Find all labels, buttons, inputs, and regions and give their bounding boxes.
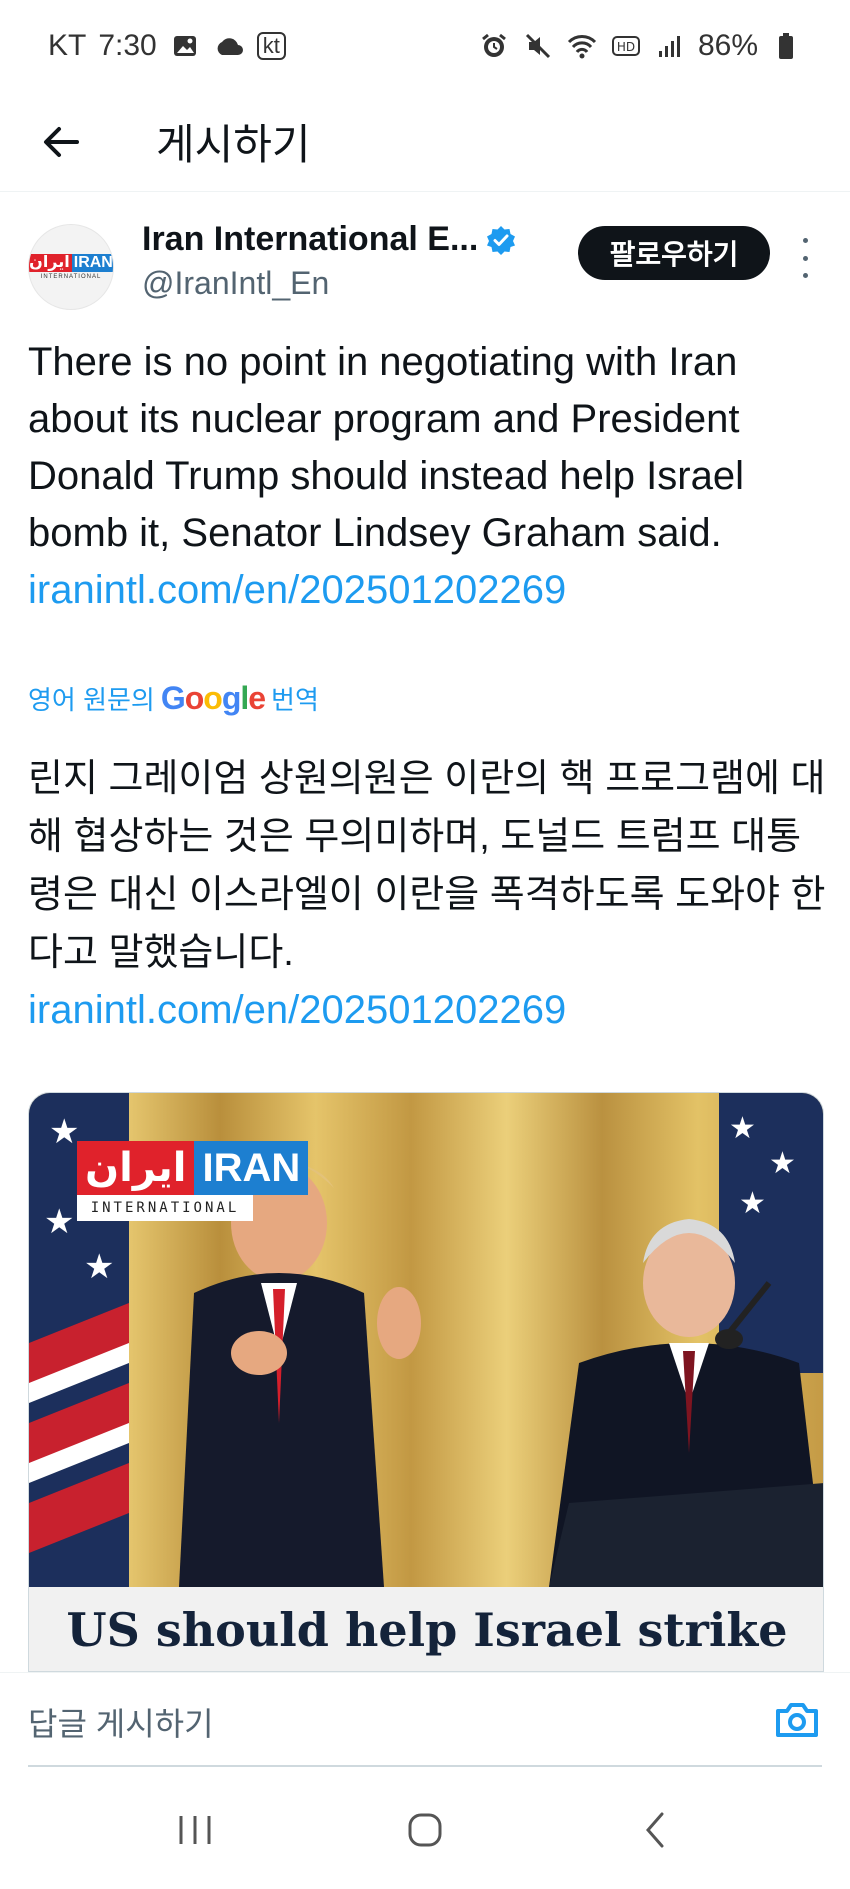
system-nav-bar [0, 1770, 850, 1889]
page-title: 게시하기 [156, 121, 311, 168]
arrow-left-icon [44, 126, 79, 157]
mute-icon [522, 30, 554, 62]
camera-icon[interactable] [772, 1695, 822, 1745]
translate-prefix: 영어 원문의 [28, 685, 155, 715]
app-bar: 게시하기 [0, 92, 850, 192]
iran-international-logo: ايران IRAN INTERNATIONAL [29, 254, 113, 280]
tweet-body: There is no point in negotiating with Ir… [28, 334, 818, 619]
avatar-logo-red: ايران [29, 254, 72, 272]
status-left: KT 7:30 kt [48, 29, 286, 63]
card-logo-caption: INTERNATIONAL [77, 1195, 253, 1221]
tweet-text: There is no point in negotiating with Ir… [28, 340, 744, 555]
translated-link[interactable]: iranintl.com/en/202501202269 [28, 982, 828, 1039]
follow-button[interactable]: 팔로우하기 [578, 226, 770, 280]
verified-badge-icon [486, 225, 516, 255]
reply-input[interactable]: 답글 게시하기 [28, 1699, 214, 1745]
kt-badge: kt [256, 32, 286, 60]
iran-international-watermark: ايران IRAN INTERNATIONAL [77, 1141, 309, 1227]
translated-text: 린지 그레이엄 상원의원은 이란의 핵 프로그램에 대해 협상하는 것은 무의미… [28, 758, 826, 974]
avatar-logo-sub: INTERNATIONAL [40, 274, 102, 280]
svg-text:HD: HD [617, 40, 635, 54]
back-nav-icon[interactable] [615, 1790, 695, 1870]
more-options-icon[interactable] [790, 238, 820, 278]
signal-icon [654, 30, 686, 62]
home-icon[interactable] [385, 1790, 465, 1870]
hd-icon: HD [610, 30, 642, 62]
svg-text:★: ★ [729, 1112, 756, 1145]
status-bar: KT 7:30 kt HD 86% [0, 0, 850, 92]
translate-suffix: 번역 [271, 685, 319, 715]
battery-percent: 86% [697, 29, 758, 62]
author-handle: @IranIntl_En [142, 265, 330, 301]
author-name: Iran International E... [142, 220, 479, 258]
reply-bar: 답글 게시하기 [0, 1672, 850, 1770]
card-headline: US should help Israel strike [29, 1587, 823, 1671]
svg-text:★: ★ [84, 1248, 114, 1286]
carrier-label: KT [48, 29, 87, 62]
recent-apps-icon[interactable] [155, 1790, 235, 1870]
tweet: ايران IRAN INTERNATIONAL Iran Internatio… [0, 192, 850, 1672]
svg-text:★: ★ [739, 1187, 766, 1220]
alarm-icon [478, 30, 510, 62]
google-logo-icon: Google [160, 680, 266, 716]
gallery-icon [169, 30, 201, 62]
reply-underline [28, 1765, 822, 1767]
tweet-link[interactable]: iranintl.com/en/202501202269 [28, 562, 818, 619]
translate-attribution[interactable]: 영어 원문의 Google 번역 [28, 680, 319, 717]
battery-icon [770, 30, 802, 62]
avatar[interactable]: ايران IRAN INTERNATIONAL [28, 224, 114, 310]
wifi-icon [566, 30, 598, 62]
cloud-icon [213, 30, 245, 62]
link-card[interactable]: ★ ★ ★ ★ ★ ★ ★ [28, 1092, 824, 1672]
translated-body: 린지 그레이엄 상원의원은 이란의 핵 프로그램에 대해 협상하는 것은 무의미… [28, 750, 828, 1039]
clock: 7:30 [98, 29, 157, 62]
svg-text:★: ★ [769, 1147, 796, 1180]
author-info[interactable]: Iran International E... @IranIntl_En [142, 220, 516, 302]
card-logo-blue: IRAN [194, 1141, 309, 1195]
card-logo-red: ايران [77, 1141, 195, 1195]
back-button[interactable] [30, 111, 92, 173]
avatar-logo-blue: IRAN [71, 254, 113, 272]
svg-text:★: ★ [49, 1113, 79, 1151]
status-right: HD 86% [478, 29, 802, 63]
svg-text:★: ★ [44, 1203, 74, 1241]
